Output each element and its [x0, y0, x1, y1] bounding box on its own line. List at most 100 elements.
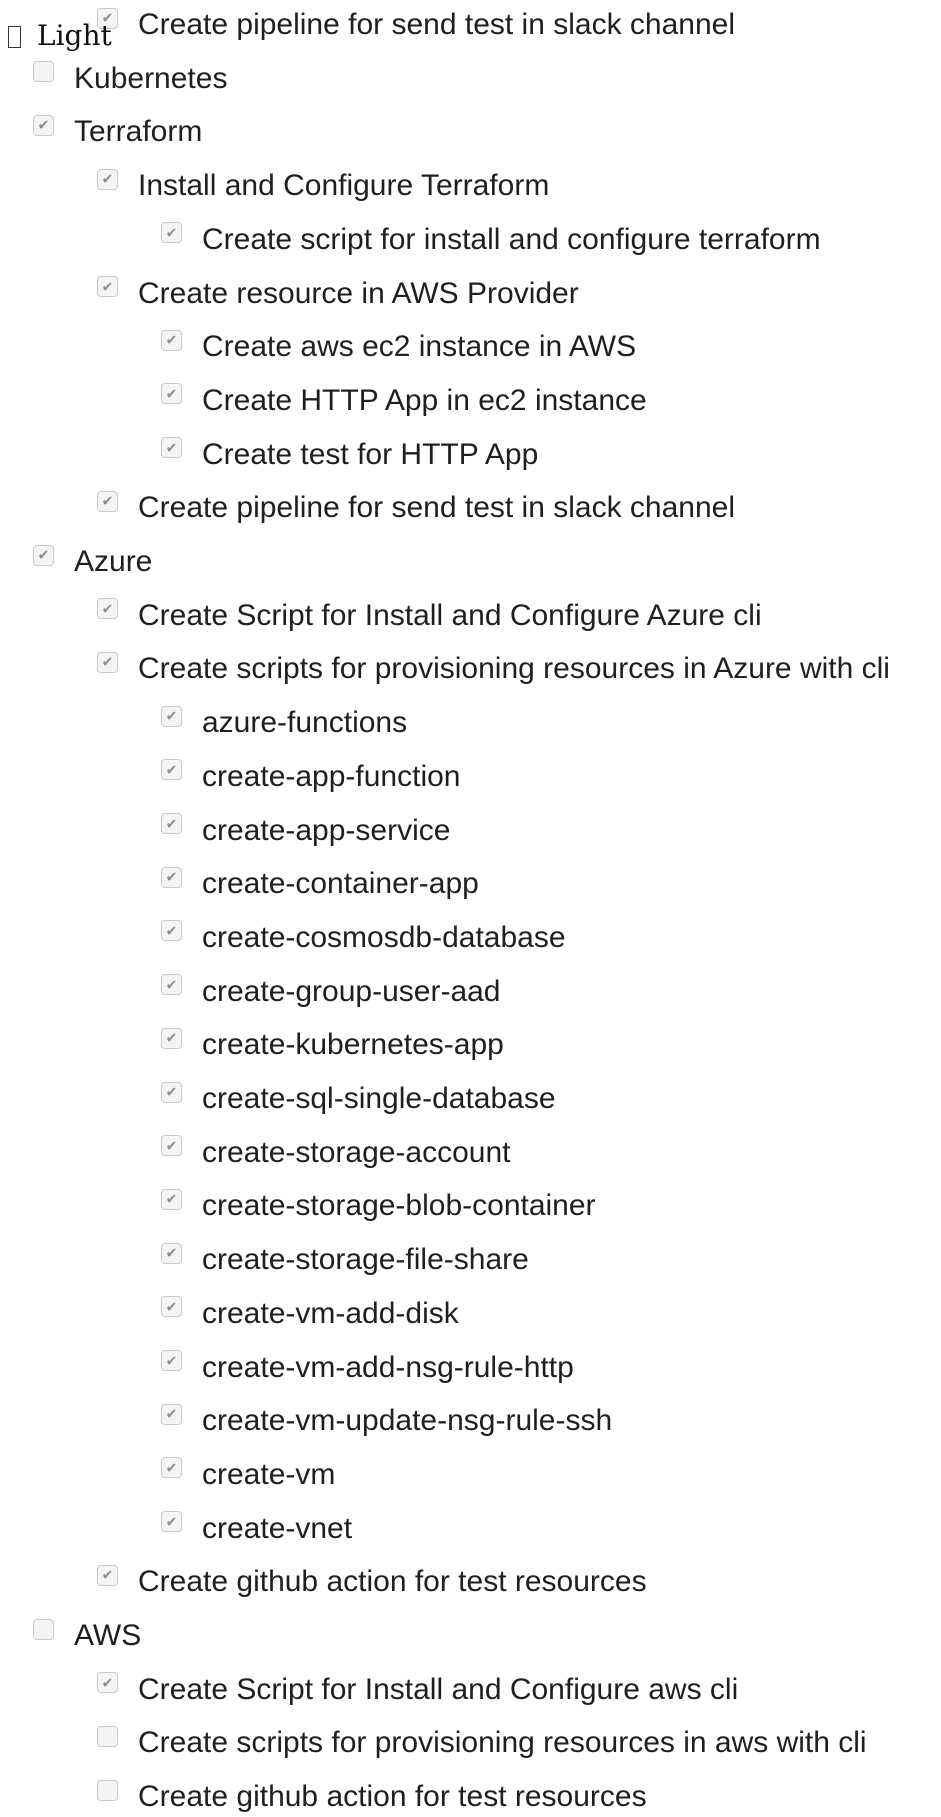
- task-label: Create Script for Install and Configure …: [138, 598, 762, 632]
- task-label: create-vm-update-nsg-rule-ssh: [202, 1404, 613, 1438]
- task-label: Create HTTP App in ec2 instance: [202, 383, 647, 417]
- task-label: Kubernetes: [74, 61, 228, 95]
- task-label: Create resource in AWS Provider: [138, 276, 579, 310]
- task-checkbox-checked[interactable]: ✔: [97, 598, 118, 620]
- task-label: create-group-user-aad: [202, 974, 501, 1008]
- task-label: create-storage-file-share: [202, 1243, 529, 1277]
- task-checkbox-checked[interactable]: ✔: [161, 974, 182, 996]
- checkmark-icon: ✔: [165, 1245, 178, 1262]
- task-checkbox-checked[interactable]: ✔: [161, 329, 182, 351]
- task-label: Terraform: [74, 115, 203, 149]
- task-checkbox-checked[interactable]: ✔: [161, 222, 182, 244]
- task-label: create-vm: [202, 1457, 336, 1491]
- checkmark-icon: ✔: [101, 1675, 114, 1692]
- task-checkbox-unchecked[interactable]: [97, 1725, 118, 1747]
- task-checkbox-checked[interactable]: ✔: [97, 168, 118, 190]
- task-item: ✔ create-vm: [161, 1455, 335, 1495]
- task-item: ✔ create-vnet: [161, 1509, 352, 1549]
- task-checkbox-checked[interactable]: ✔: [161, 920, 182, 942]
- task-checkbox-checked[interactable]: ✔: [161, 1511, 182, 1533]
- task-checkbox-checked[interactable]: ✔: [161, 1188, 182, 1210]
- task-checkbox-checked[interactable]: ✔: [97, 276, 118, 297]
- task-item: ✔ Create resource in AWS Provider: [97, 274, 579, 314]
- task-label: Create pipeline for send test in slack c…: [138, 491, 736, 525]
- task-item: ✔ create-vm-add-nsg-rule-http: [161, 1348, 574, 1388]
- task-checkbox-checked[interactable]: ✔: [33, 544, 54, 566]
- checkmark-icon: ✔: [165, 816, 178, 832]
- task-item: ✔ create-sql-single-database: [161, 1079, 556, 1119]
- task-item: ✔ create-app-service: [161, 811, 450, 851]
- task-checkbox-checked[interactable]: ✔: [161, 1081, 182, 1103]
- task-item: ✔ Create scripts for provisioning resourc…: [97, 649, 890, 689]
- task-checkbox-checked[interactable]: ✔: [161, 1403, 182, 1425]
- task-checkbox-checked[interactable]: ✔: [161, 1027, 182, 1049]
- task-item: ✔ azure-functions: [161, 703, 407, 743]
- task-item: ✔ Create pipeline for send test in slack …: [97, 488, 735, 528]
- task-item: ✔ Create pipeline for send test in slack …: [97, 5, 735, 45]
- task-item: ✔ create-group-user-aad: [161, 972, 501, 1012]
- task-item: ✔ Create aws ec2 instance in AWS: [161, 327, 636, 367]
- checkmark-icon: ✔: [165, 1406, 178, 1423]
- task-item: ✔ create-storage-account: [161, 1133, 511, 1173]
- checkmark-icon: ✔: [165, 225, 178, 242]
- task-item: ✔ create-storage-file-share: [161, 1240, 529, 1280]
- task-checkbox-checked[interactable]: ✔: [161, 813, 182, 834]
- checkmark-icon: ✔: [165, 1353, 178, 1369]
- checkmark-icon: ✔: [165, 386, 178, 403]
- checkmark-icon: ✔: [165, 923, 178, 940]
- task-checkbox-checked[interactable]: ✔: [97, 1672, 118, 1694]
- task-label: Create script for install and configure …: [202, 222, 821, 256]
- task-item: ✔ create-vm-add-disk: [161, 1294, 459, 1334]
- task-item: ✔ create-kubernetes-app: [161, 1025, 504, 1065]
- task-label: create-vm-add-disk: [202, 1296, 459, 1330]
- task-item: ✔ Create test for HTTP App: [161, 435, 538, 475]
- checkmark-icon: ✔: [165, 1084, 178, 1101]
- theme-toggle-label: Light: [37, 19, 112, 52]
- task-item: ✔ Create Script for Install and Configure…: [97, 596, 762, 636]
- task-item: ✔ Create github action for test resources: [97, 1562, 647, 1602]
- task-checkbox-unchecked[interactable]: [33, 61, 54, 83]
- theme-toggle-icon: [8, 26, 21, 48]
- task-item: Kubernetes: [33, 59, 227, 99]
- task-checkbox-unchecked[interactable]: [33, 1618, 54, 1640]
- task-checkbox-checked[interactable]: ✔: [161, 1457, 182, 1479]
- checkmark-icon: ✔: [37, 547, 50, 564]
- task-checkbox-unchecked[interactable]: [97, 1779, 118, 1801]
- task-label: create-app-function: [202, 759, 461, 793]
- checkmark-icon: ✔: [165, 440, 178, 457]
- task-item: ✔ Azure: [33, 542, 152, 582]
- task-label: Create github action for test resources: [138, 1780, 647, 1814]
- task-label: Azure: [74, 545, 153, 578]
- checkmark-icon: ✔: [101, 1567, 114, 1584]
- checkmark-icon: ✔: [165, 869, 178, 886]
- task-checkbox-checked[interactable]: ✔: [161, 759, 182, 781]
- checkmark-icon: ✔: [165, 1460, 178, 1477]
- checkmark-icon: ✔: [165, 762, 178, 779]
- task-checkbox-checked[interactable]: ✔: [161, 705, 182, 727]
- checkmark-icon: ✔: [165, 1030, 178, 1047]
- task-checkbox-checked[interactable]: ✔: [33, 114, 54, 136]
- task-label: Create aws ec2 instance in AWS: [202, 330, 637, 364]
- task-label: Create github action for test resources: [138, 1565, 647, 1599]
- task-label: Create Script for Install and Configure …: [138, 1672, 739, 1706]
- task-label: create-vnet: [202, 1511, 353, 1545]
- task-checkbox-checked[interactable]: ✔: [161, 866, 182, 888]
- task-checkbox-checked[interactable]: ✔: [161, 1296, 182, 1318]
- task-checkbox-checked[interactable]: ✔: [97, 490, 118, 512]
- task-label: create-cosmosdb-database: [202, 920, 566, 954]
- task-checkbox-checked[interactable]: ✔: [161, 1135, 182, 1157]
- task-checkbox-checked[interactable]: ✔: [161, 1350, 182, 1371]
- task-checkbox-checked[interactable]: ✔: [161, 1242, 182, 1264]
- checkmark-icon: ✔: [37, 117, 50, 134]
- checkmark-icon: ✔: [101, 601, 114, 618]
- task-checkbox-checked[interactable]: ✔: [161, 437, 182, 459]
- task-item: Create scripts for provisioning resource…: [97, 1723, 867, 1763]
- task-item: AWS: [33, 1616, 141, 1656]
- theme-toggle[interactable]: Light: [8, 18, 112, 54]
- checkmark-icon: ✔: [165, 332, 178, 349]
- checkmark-icon: ✔: [101, 279, 114, 295]
- task-checkbox-checked[interactable]: ✔: [97, 1564, 118, 1586]
- task-label: create-storage-blob-container: [202, 1189, 596, 1223]
- task-checkbox-checked[interactable]: ✔: [97, 651, 118, 673]
- task-checkbox-checked[interactable]: ✔: [161, 383, 182, 405]
